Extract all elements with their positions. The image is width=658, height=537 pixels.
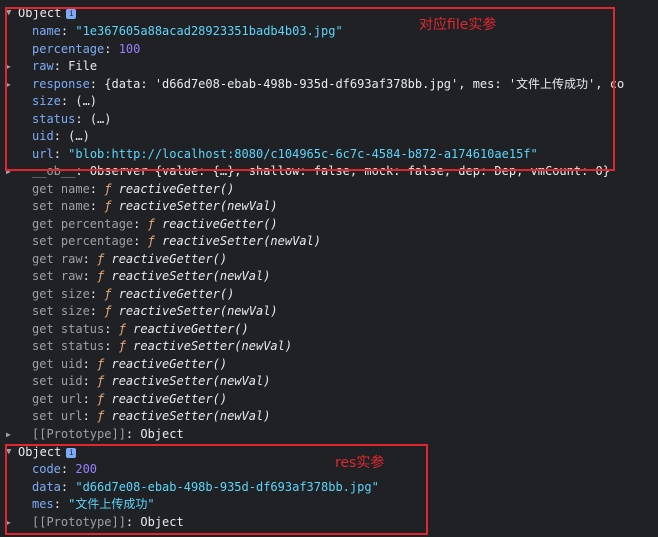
property-key: [[Prototype]] [32,426,126,441]
accessor-label: get size [32,286,90,301]
accessor-label: set percentage [32,234,134,248]
accessor-entry: get raw: ƒ reactiveGetter() [32,251,227,268]
accessor-label: get status [32,321,105,336]
accessor-function: reactiveSetter(newVal) [162,234,322,248]
colon: : [82,269,98,283]
colon: : [82,391,98,406]
accessor-function: reactiveGetter() [111,251,228,266]
function-symbol: ƒ [97,409,112,423]
accessor-label: get uid [32,356,83,371]
function-symbol: ƒ [147,216,163,231]
accessor-entry: set raw: ƒ reactiveSetter(newVal) [32,268,270,285]
function-symbol: ƒ [104,181,119,196]
colon: : [82,356,98,371]
function-symbol: ƒ [97,391,112,406]
accessor-function: reactiveGetter() [118,181,235,196]
colon: : [89,181,105,196]
function-symbol: ƒ [97,374,112,388]
accessor-function: reactiveGetter() [162,216,278,231]
accessor-label: set status [32,339,105,353]
accessor-label: get percentage [32,216,134,231]
accessor-entry: get uid: ƒ reactiveGetter() [32,356,227,373]
colon: : [133,216,148,231]
colon: : [89,304,105,318]
colon: : [104,321,119,336]
accessor-entry: set name: ƒ reactiveSetter(newVal) [32,198,278,215]
accessor-entry: set status: ƒ reactiveSetter(newVal) [32,338,292,355]
accessor-function: reactiveGetter() [118,286,235,301]
annotation-box-file [5,7,615,171]
function-symbol: ƒ [104,304,119,318]
accessor-function: reactiveGetter() [111,356,228,371]
accessor-function: reactiveSetter(newVal) [133,339,293,353]
accessor-entry: get size: ƒ reactiveGetter() [32,286,234,303]
annotation-res-label: res实参 [335,455,385,471]
colon: : [89,286,105,301]
function-symbol: ƒ [97,356,112,371]
accessor-label: set url [32,409,83,423]
colon: : [89,199,105,213]
accessor-entry: set size: ƒ reactiveSetter(newVal) [32,303,278,320]
accessor-label: get name [32,181,90,196]
accessor-label: set name [32,199,90,213]
accessor-entry: get status: ƒ reactiveGetter() [32,321,249,338]
accessor-function: reactiveSetter(newVal) [118,199,278,213]
accessor-entry: get percentage: ƒ reactiveGetter() [32,216,278,233]
property-entry: [[Prototype]]: Object [32,426,184,443]
accessor-label: set size [32,304,90,318]
function-symbol: ƒ [97,251,112,266]
accessor-label: get url [32,391,83,406]
function-symbol: ƒ [97,269,112,283]
function-symbol: ƒ [104,286,119,301]
accessor-function: reactiveSetter(newVal) [118,304,278,318]
accessor-entry: get name: ƒ reactiveGetter() [32,181,234,198]
colon: : [104,339,119,353]
annotation-file-label: 对应file实参 [419,17,497,33]
function-symbol: ƒ [118,339,134,353]
accessor-function: reactiveSetter(newVal) [111,374,271,388]
function-symbol: ƒ [147,234,163,248]
collapsed-arrow-icon[interactable]: ▶ [6,426,16,443]
property-value: Object [140,426,184,441]
accessor-function: reactiveSetter(newVal) [111,409,271,423]
accessor-function: reactiveGetter() [111,391,228,406]
function-symbol: ƒ [104,199,119,213]
function-symbol: ƒ [118,321,134,336]
accessor-label: set uid [32,374,83,388]
accessor-label: get raw [32,251,83,266]
accessor-label: set raw [32,269,83,283]
colon: : [133,234,148,248]
accessor-function: reactiveGetter() [133,321,249,336]
accessor-entry: get url: ƒ reactiveGetter() [32,391,227,408]
accessor-entry: set percentage: ƒ reactiveSetter(newVal) [32,233,321,250]
colon: : [82,374,98,388]
colon: : [82,251,98,266]
accessor-entry: set url: ƒ reactiveSetter(newVal) [32,408,270,425]
colon: : [125,426,141,441]
colon: : [82,409,98,423]
accessor-entry: set uid: ƒ reactiveSetter(newVal) [32,373,270,390]
accessor-function: reactiveSetter(newVal) [111,269,271,283]
